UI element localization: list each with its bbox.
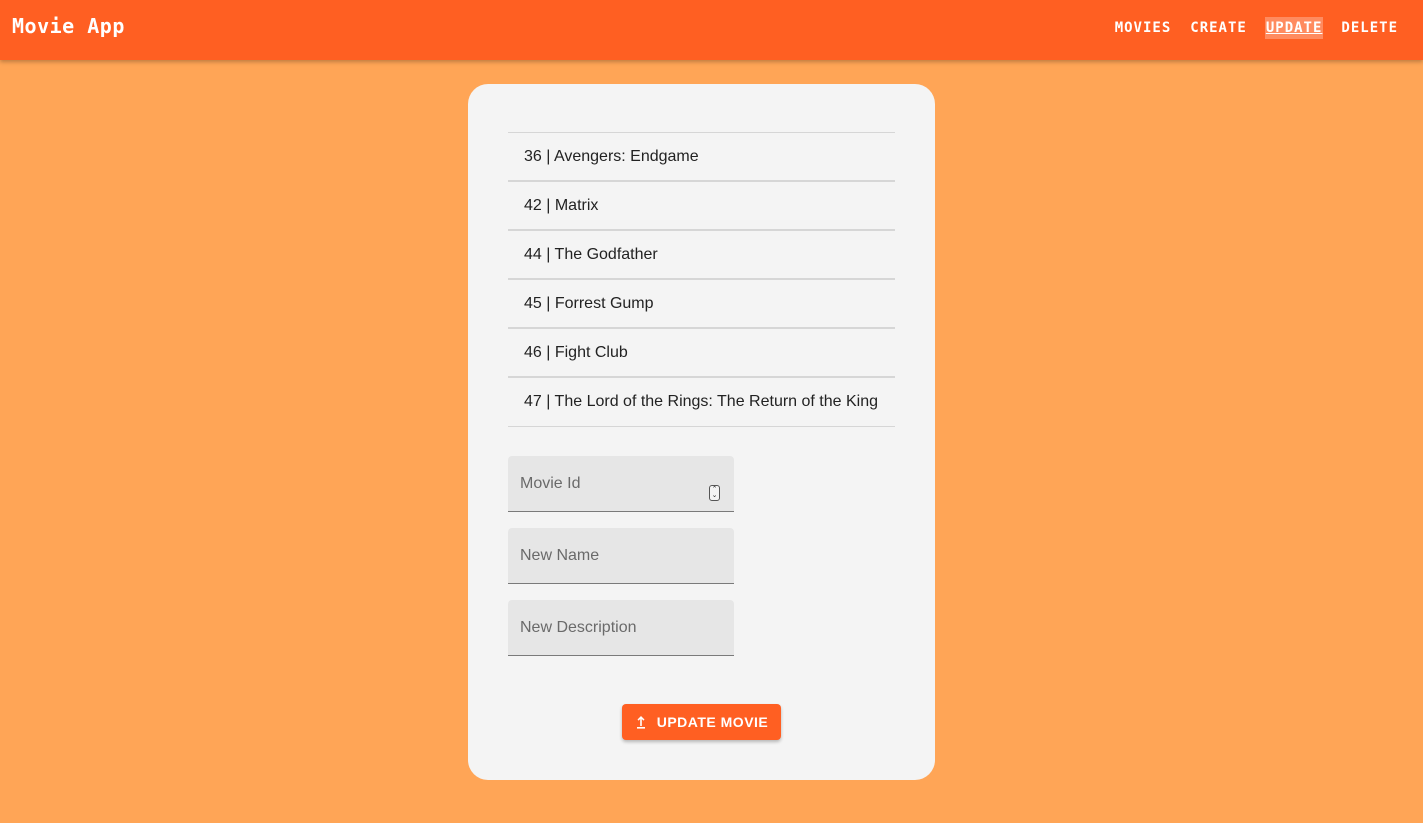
movie-list: 36 | Avengers: Endgame 42 | Matrix 44 | … bbox=[508, 132, 895, 427]
movie-id-field: ⌃ ⌄ bbox=[508, 456, 734, 512]
movie-id-input[interactable] bbox=[508, 456, 734, 511]
new-name-input[interactable] bbox=[508, 528, 734, 583]
movie-list-item[interactable]: 42 | Matrix bbox=[508, 182, 895, 231]
movie-list-item[interactable]: 44 | The Godfather bbox=[508, 231, 895, 280]
nav-link-create[interactable]: CREATE bbox=[1189, 17, 1248, 39]
movie-list-item[interactable]: 47 | The Lord of the Rings: The Return o… bbox=[508, 378, 895, 427]
nav-link-update[interactable]: UPDATE bbox=[1264, 17, 1324, 39]
update-movie-card: 36 | Avengers: Endgame 42 | Matrix 44 | … bbox=[468, 84, 935, 780]
update-movie-button[interactable]: UPDATE MOVIE bbox=[622, 704, 781, 740]
nav-link-delete[interactable]: DELETE bbox=[1340, 17, 1399, 39]
movie-list-item[interactable]: 36 | Avengers: Endgame bbox=[508, 133, 895, 182]
app-bar: Movie App MOVIES CREATE UPDATE DELETE bbox=[0, 0, 1423, 60]
update-movie-button-label: UPDATE MOVIE bbox=[656, 714, 769, 730]
new-description-input[interactable] bbox=[508, 600, 734, 655]
chevron-down-icon: ⌄ bbox=[711, 492, 718, 499]
number-spinner-icon[interactable]: ⌃ ⌄ bbox=[709, 485, 720, 501]
new-name-field bbox=[508, 528, 734, 584]
movie-list-item[interactable]: 46 | Fight Club bbox=[508, 329, 895, 378]
app-title: Movie App bbox=[12, 14, 125, 38]
movie-list-item[interactable]: 45 | Forrest Gump bbox=[508, 280, 895, 329]
upload-icon bbox=[636, 716, 645, 729]
new-description-field bbox=[508, 600, 734, 656]
nav-link-movies[interactable]: MOVIES bbox=[1114, 17, 1173, 39]
top-nav: MOVIES CREATE UPDATE DELETE bbox=[1114, 17, 1399, 39]
